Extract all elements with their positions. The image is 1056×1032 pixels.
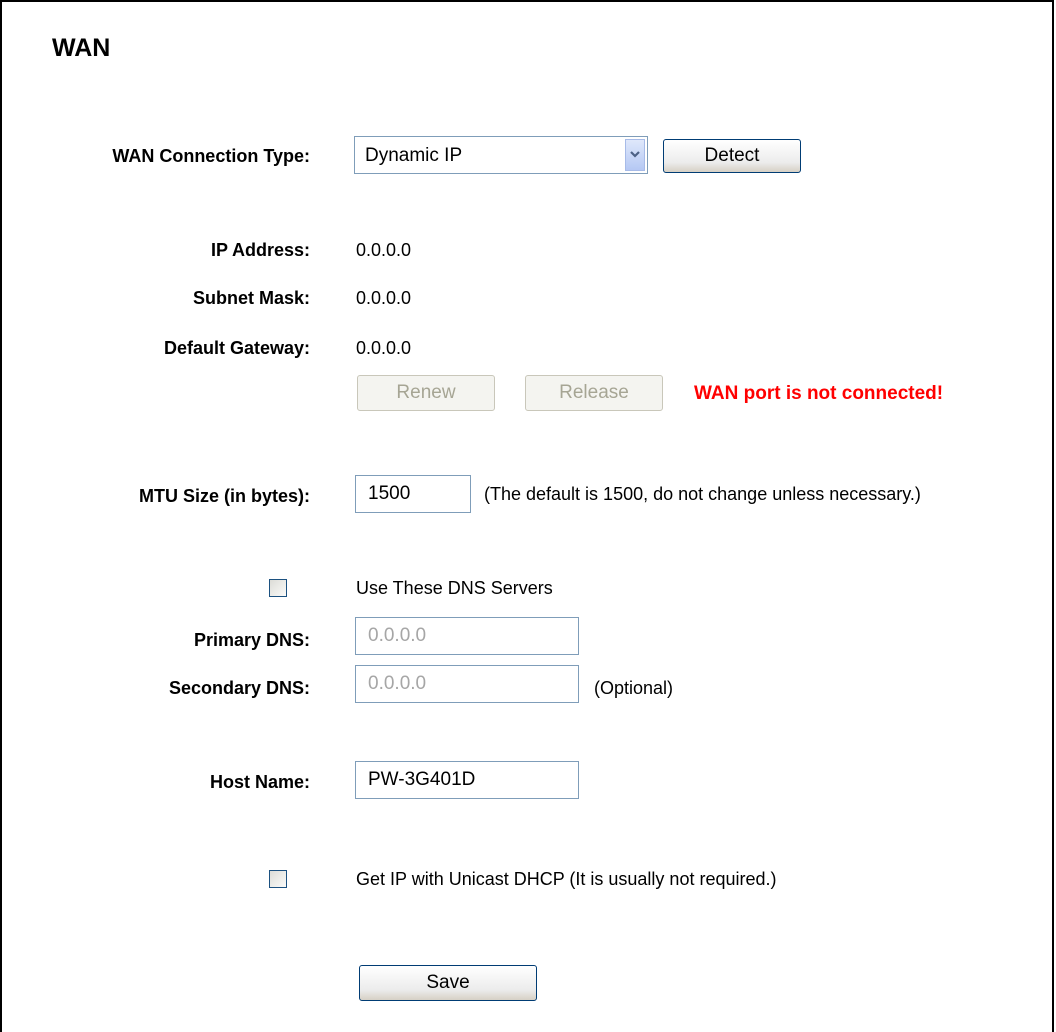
wan-connection-type-value: Dynamic IP (365, 145, 463, 166)
default-gateway-label: Default Gateway: (163, 338, 310, 358)
subnet-mask-label: Subnet Mask: (192, 288, 310, 308)
secondary-dns-hint: (Optional) (594, 678, 674, 698)
secondary-dns-label: Secondary DNS: (168, 678, 310, 698)
save-button[interactable]: Save (359, 965, 537, 1001)
unicast-dhcp-checkbox[interactable] (269, 870, 287, 888)
primary-dns-input[interactable] (355, 617, 579, 655)
dropdown-arrow[interactable] (625, 139, 645, 171)
page-title: WAN (52, 34, 111, 62)
release-button[interactable]: Release (525, 375, 663, 411)
primary-dns-label: Primary DNS: (193, 630, 310, 650)
mtu-hint: (The default is 1500, do not change unle… (484, 484, 921, 504)
host-name-label: Host Name: (209, 772, 310, 792)
wan-connection-type-select[interactable]: Dynamic IP (354, 136, 648, 174)
use-dns-servers-checkbox[interactable] (269, 579, 287, 597)
use-dns-servers-label: Use These DNS Servers (356, 578, 553, 598)
ip-address-label: IP Address: (210, 240, 310, 260)
host-name-input[interactable] (355, 761, 579, 799)
wan-connection-type-label: WAN Connection Type: (112, 146, 310, 166)
unicast-dhcp-label: Get IP with Unicast DHCP (It is usually … (356, 869, 777, 889)
mtu-size-label: MTU Size (in bytes): (138, 486, 310, 506)
ip-address-value: 0.0.0.0 (356, 240, 412, 260)
secondary-dns-input[interactable] (355, 665, 579, 703)
mtu-size-input[interactable] (355, 475, 471, 513)
chevron-down-icon (630, 151, 640, 158)
subnet-mask-value: 0.0.0.0 (356, 288, 412, 308)
default-gateway-value: 0.0.0.0 (356, 338, 412, 358)
wan-status-error: WAN port is not connected! (694, 383, 944, 404)
renew-button[interactable]: Renew (357, 375, 495, 411)
detect-button[interactable]: Detect (663, 139, 801, 173)
